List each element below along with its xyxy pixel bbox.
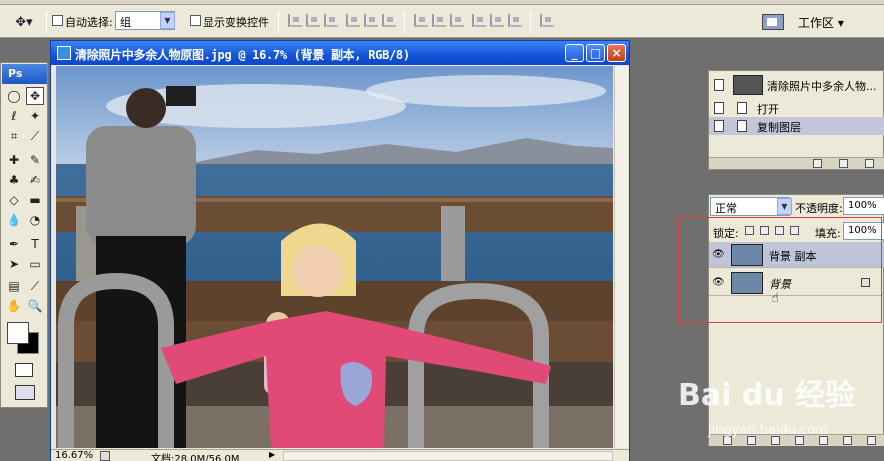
quick-mask-icon[interactable] xyxy=(15,363,33,377)
new-document-icon[interactable] xyxy=(813,159,822,168)
ps-logo: Ps xyxy=(2,64,47,84)
snapshot-thumbnail xyxy=(733,75,763,95)
show-transform-label: 显示变换控件 xyxy=(203,16,269,29)
camera-icon[interactable] xyxy=(839,159,848,168)
align-right-icon[interactable] xyxy=(382,14,396,27)
history-brush-icon[interactable]: ✍ xyxy=(26,171,44,189)
history-item-label: 复制图层 xyxy=(757,121,801,134)
document-icon xyxy=(57,46,71,60)
close-button[interactable]: × xyxy=(607,44,626,62)
zoom-tool-icon[interactable]: 🔍 xyxy=(26,297,44,315)
document-icon xyxy=(737,120,747,132)
divider xyxy=(404,11,405,33)
auto-select-label: 自动选择: xyxy=(65,16,113,29)
screen-mode-icon[interactable] xyxy=(15,385,35,400)
eyedropper-icon[interactable]: ⟋ xyxy=(26,277,44,295)
history-panel-footer xyxy=(709,157,884,169)
blur-tool-icon[interactable]: 💧 xyxy=(5,211,23,229)
history-item[interactable]: 打开 xyxy=(709,99,884,117)
divider xyxy=(46,11,47,33)
align-left-icon[interactable] xyxy=(346,14,360,27)
chevron-down-icon[interactable]: ▼ xyxy=(777,198,792,215)
distribute-right-icon[interactable] xyxy=(508,14,522,27)
document-titlebar[interactable]: 清除照片中多余人物原图.jpg @ 16.7% (背景 副本, RGB/8) _… xyxy=(51,41,629,65)
file-browser-icon[interactable] xyxy=(762,14,784,30)
dodge-tool-icon[interactable]: ◔ xyxy=(26,211,44,229)
crop-tool-icon[interactable]: ⌗ xyxy=(5,127,23,145)
history-snapshot[interactable]: 清除照片中多余人物... xyxy=(709,73,884,97)
pen-tool-icon[interactable]: ✒ xyxy=(5,235,23,253)
status-menu-icon[interactable] xyxy=(100,451,110,461)
tool-preset-picker[interactable]: ✥▾ xyxy=(6,12,42,32)
distribute-left-icon[interactable] xyxy=(472,14,486,27)
history-panel: 清除照片中多余人物... 打开 复制图层 xyxy=(708,70,884,170)
shape-tool-icon[interactable]: ▭ xyxy=(26,255,44,273)
show-transform-checkbox[interactable] xyxy=(190,15,201,26)
watermark-url: jingyan.baidu.com xyxy=(708,423,828,438)
eraser-tool-icon[interactable]: ◇ xyxy=(5,191,23,209)
align-vcenter-icon[interactable] xyxy=(306,14,320,27)
history-brush-source-icon[interactable] xyxy=(714,79,724,91)
baidu-watermark: Bai du 经验 xyxy=(678,378,856,413)
auto-select-checkbox[interactable] xyxy=(52,15,63,26)
opacity-value: 100% xyxy=(848,200,877,211)
move-tool-icon[interactable]: ✥ xyxy=(26,87,44,105)
maximize-button[interactable]: □ xyxy=(586,44,605,62)
document-icon xyxy=(737,102,747,114)
divider xyxy=(278,11,279,33)
history-item-label: 打开 xyxy=(757,103,779,116)
snapshot-label: 清除照片中多余人物... xyxy=(767,80,877,93)
workspace-menu[interactable]: 工作区 ▾ xyxy=(798,14,844,31)
brush-tool-icon[interactable]: ✎ xyxy=(26,151,44,169)
highlight-annotation xyxy=(678,217,882,323)
path-selection-icon[interactable]: ➤ xyxy=(5,255,23,273)
align-bottom-icon[interactable] xyxy=(324,14,338,27)
history-brush-source-icon[interactable] xyxy=(714,102,724,114)
distribute-vcenter-icon[interactable] xyxy=(432,14,446,27)
minimize-button[interactable]: _ xyxy=(565,44,584,62)
type-tool-icon[interactable]: T xyxy=(26,235,44,253)
image-canvas[interactable] xyxy=(56,66,613,448)
document-title: 清除照片中多余人物原图.jpg @ 16.7% (背景 副本, RGB/8) xyxy=(75,48,410,62)
distribute-bottom-icon[interactable] xyxy=(450,14,464,27)
status-bar: 16.67% 文档:28.0M/56.0M ▶ xyxy=(51,449,629,461)
clone-stamp-icon[interactable]: ♣ xyxy=(5,171,23,189)
slice-tool-icon[interactable]: ⟋ xyxy=(26,127,44,145)
photo-content xyxy=(56,66,613,448)
trash-icon[interactable] xyxy=(865,159,874,168)
distribute-hcenter-icon[interactable] xyxy=(490,14,504,27)
history-brush-source-icon[interactable] xyxy=(714,120,724,132)
opacity-label: 不透明度: xyxy=(795,202,843,215)
notes-tool-icon[interactable]: ▤ xyxy=(5,277,23,295)
align-top-icon[interactable] xyxy=(288,14,302,27)
trash-icon[interactable] xyxy=(867,436,876,445)
magic-wand-icon[interactable]: ✦ xyxy=(26,107,44,125)
auto-select-value: 组 xyxy=(120,16,131,29)
options-bar: ✥▾ 自动选择: 组 ▼ 显示变换控件 工作区 ▾ xyxy=(0,5,884,38)
opacity-input[interactable]: 100% xyxy=(843,197,884,215)
auto-align-icon[interactable] xyxy=(540,14,554,27)
foreground-color-swatch[interactable] xyxy=(7,322,29,344)
divider xyxy=(530,11,531,33)
gradient-tool-icon[interactable]: ▬ xyxy=(26,191,44,209)
horizontal-scrollbar[interactable] xyxy=(283,451,613,461)
lasso-tool-icon[interactable]: ℓ xyxy=(5,107,23,125)
document-window: 清除照片中多余人物原图.jpg @ 16.7% (背景 副本, RGB/8) _… xyxy=(50,40,630,461)
marquee-tool-icon[interactable]: ◯ xyxy=(5,87,23,105)
document-size: 文档:28.0M/56.0M xyxy=(151,454,240,461)
history-item[interactable]: 复制图层 xyxy=(709,117,884,135)
toolbox: Ps ◯ ✥ ℓ ✦ ⌗ ⟋ ✚ ✎ ♣ ✍ ◇ ▬ 💧 ◔ ✒ T ➤ ▭ ▤… xyxy=(0,62,48,408)
blend-mode-value: 正常 xyxy=(715,202,737,215)
hand-tool-icon[interactable]: ✋ xyxy=(5,297,23,315)
vertical-scrollbar[interactable] xyxy=(614,66,628,448)
chevron-down-icon[interactable]: ▼ xyxy=(160,12,175,29)
zoom-level[interactable]: 16.67% xyxy=(55,450,93,461)
healing-brush-icon[interactable]: ✚ xyxy=(5,151,23,169)
status-arrow-icon[interactable]: ▶ xyxy=(269,450,275,459)
align-hcenter-icon[interactable] xyxy=(364,14,378,27)
new-layer-icon[interactable] xyxy=(843,436,852,445)
distribute-top-icon[interactable] xyxy=(414,14,428,27)
